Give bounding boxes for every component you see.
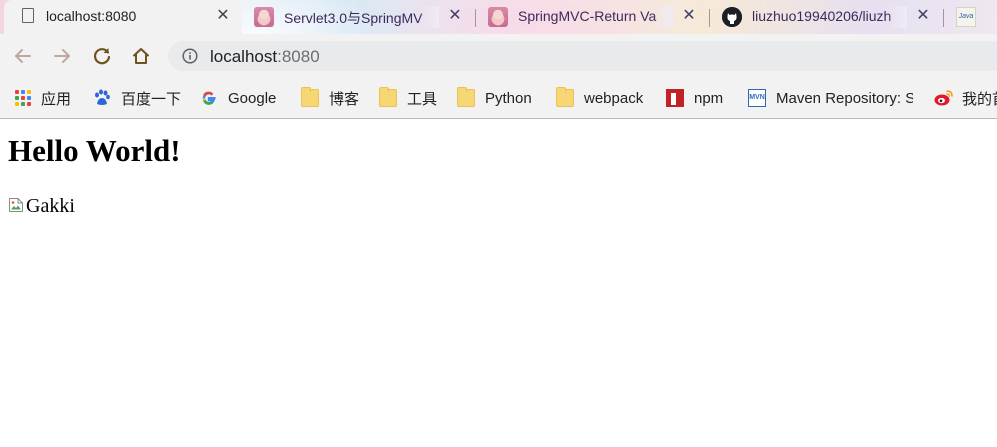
close-tab-icon[interactable]: ✕ <box>214 7 232 25</box>
tab-title: liuzhuo19940206/liuzh <box>752 8 892 24</box>
url-text[interactable]: localhost:8080 <box>210 47 320 67</box>
anime-avatar-icon <box>488 7 508 27</box>
bookmark-label: Google <box>228 89 277 107</box>
tab-strip: localhost:8080 ✕ Servlet3.0与SpringMV ✕ S… <box>0 0 997 34</box>
arrow-left-icon[interactable] <box>9 42 37 70</box>
tab-title: SpringMVC-Return Va <box>518 8 657 24</box>
bookmark-label: 博客 <box>329 90 360 108</box>
broken-image: Gakki <box>8 195 75 217</box>
title-fade <box>887 6 907 28</box>
bookmark-tools-folder[interactable]: 工具 <box>379 87 437 109</box>
bookmark-google[interactable]: Google <box>200 87 276 109</box>
address-bar[interactable]: localhost:8080 <box>168 41 997 71</box>
tab-servlet[interactable]: Servlet3.0与SpringMV ✕ <box>242 0 474 34</box>
bookmark-npm[interactable]: npm <box>666 87 723 109</box>
tab-java[interactable]: Java <box>944 0 997 34</box>
bookmark-label: webpack <box>584 89 644 107</box>
close-tab-icon[interactable]: ✕ <box>914 7 932 25</box>
arrow-right-icon[interactable] <box>48 42 76 70</box>
baidu-paw-icon <box>93 89 111 107</box>
page-heading: Hello World! <box>8 133 181 168</box>
reload-icon[interactable] <box>88 42 116 70</box>
home-icon[interactable] <box>127 42 155 70</box>
title-fade <box>653 6 673 28</box>
bookmark-python-folder[interactable]: Python <box>457 87 532 109</box>
url-port: :8080 <box>277 47 320 66</box>
folder-icon <box>457 87 475 107</box>
bookmark-maven[interactable]: MVN Maven Repository: S <box>748 87 913 109</box>
url-host: localhost <box>210 47 278 66</box>
bookmark-label: npm <box>694 89 724 107</box>
broken-image-icon <box>8 197 24 213</box>
google-g-icon <box>200 89 218 107</box>
close-tab-icon[interactable]: ✕ <box>680 7 698 25</box>
close-tab-icon[interactable]: ✕ <box>446 7 464 25</box>
folder-icon <box>556 87 574 107</box>
bookmark-apps[interactable]: 应用 <box>15 87 71 109</box>
navigation-toolbar: localhost:8080 <box>0 34 997 78</box>
bookmark-baidu[interactable]: 百度一下 <box>93 87 181 109</box>
maven-icon: MVN <box>748 89 766 107</box>
bookmark-blog-folder[interactable]: 博客 <box>301 87 359 109</box>
bookmark-label: 百度一下 <box>121 90 182 108</box>
bookmark-label: Python <box>485 89 532 107</box>
bookmark-weibo[interactable]: 我的首 <box>934 87 997 109</box>
github-icon <box>722 7 742 27</box>
apps-grid-icon <box>15 90 31 106</box>
java-icon: Java <box>956 7 976 27</box>
tab-springmvc[interactable]: SpringMVC-Return Va ✕ <box>476 0 708 34</box>
image-alt-text: Gakki <box>26 195 75 217</box>
tab-localhost[interactable]: localhost:8080 ✕ <box>4 0 242 34</box>
weibo-icon <box>934 89 953 107</box>
bookmarks-bar: 应用 百度一下 Google 博客 工具 Python webpack npm … <box>0 78 997 118</box>
tab-github[interactable]: liuzhuo19940206/liuzh ✕ <box>710 0 942 34</box>
page-viewport: Hello World! Gakki <box>0 119 997 447</box>
title-fade <box>419 6 439 28</box>
browser-chrome: localhost:8080 ✕ Servlet3.0与SpringMV ✕ S… <box>0 0 997 119</box>
bookmark-label: 我的首 <box>962 90 997 108</box>
npm-icon <box>666 89 684 107</box>
tab-title: localhost:8080 <box>46 8 137 24</box>
tab-title: Servlet3.0与SpringMV <box>284 10 423 26</box>
bookmark-label: 应用 <box>41 90 72 108</box>
document-icon <box>22 8 34 23</box>
bookmark-label: Maven Repository: S <box>776 89 913 107</box>
folder-icon <box>379 87 397 107</box>
info-icon[interactable] <box>182 48 198 64</box>
anime-avatar-icon <box>254 7 274 27</box>
bookmark-webpack-folder[interactable]: webpack <box>556 87 643 109</box>
bookmark-label: 工具 <box>407 90 438 108</box>
folder-icon <box>301 87 319 107</box>
